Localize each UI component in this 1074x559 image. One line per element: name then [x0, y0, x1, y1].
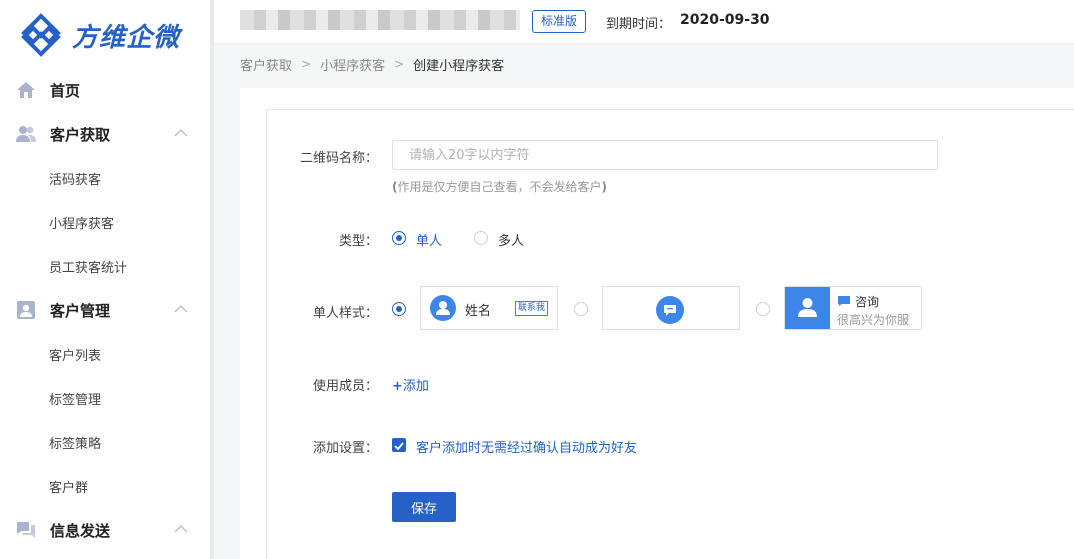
breadcrumb-item[interactable]: 小程序获客: [320, 55, 385, 74]
contact-card-icon: [17, 301, 35, 319]
style-radio-3[interactable]: [756, 302, 770, 316]
nav-home[interactable]: 首页: [0, 68, 210, 112]
plus-icon: +: [392, 379, 403, 394]
type-option-single[interactable]: 单人: [416, 230, 442, 249]
logo[interactable]: 方维企微: [18, 10, 180, 60]
check-icon: [394, 442, 404, 451]
avatar: [430, 295, 456, 321]
nav-home-label: 首页: [50, 81, 81, 100]
sidebar-item-customer-group[interactable]: 客户群: [0, 464, 210, 508]
type-radio-multi[interactable]: [474, 231, 488, 245]
style-option-1[interactable]: 姓名 联系我: [420, 286, 558, 330]
nav-group-customer-manage[interactable]: 客户管理: [0, 288, 210, 332]
nav-group-customer-acquire[interactable]: 客户获取: [0, 112, 210, 156]
qrcode-name-input[interactable]: [392, 140, 938, 170]
chevron-right-icon: >: [301, 57, 312, 71]
style-option-2[interactable]: [602, 286, 740, 330]
add-member-text: 添加: [402, 379, 429, 394]
chevron-up-icon: [174, 305, 188, 313]
nav-group-label: 客户管理: [50, 301, 111, 320]
sidebar-item-label: 标签策略: [49, 436, 102, 452]
sidebar-divider: [210, 0, 214, 559]
add-member-link[interactable]: +添加: [392, 375, 429, 394]
nav-group-message-send[interactable]: 信息发送: [0, 508, 210, 552]
users-icon: [16, 126, 36, 142]
add-settings-label: 添加设置：: [312, 441, 378, 456]
auto-friend-text[interactable]: 客户添加时无需经过确认自动成为好友: [416, 437, 637, 456]
chat-small-icon: [838, 296, 850, 306]
sidebar-item-miniprogram-acquire[interactable]: 小程序获客: [0, 200, 210, 244]
blurred-company-name: [240, 10, 520, 30]
breadcrumb-item[interactable]: 客户获取: [240, 55, 292, 74]
user-icon: [798, 298, 817, 317]
breadcrumb-current: 创建小程序获客: [413, 58, 505, 74]
qrcode-name-label: 二维码名称：: [299, 151, 378, 166]
sidebar-item-label: 标签管理: [49, 392, 102, 408]
type-label: 类型：: [338, 234, 378, 249]
edition-badge: 标准版: [532, 10, 587, 33]
style3-title: 咨询: [855, 295, 880, 309]
style3-avatar: [785, 287, 830, 329]
members-label: 使用成员：: [312, 379, 378, 394]
message-bubble: [656, 296, 684, 324]
sidebar-item-tag-manage[interactable]: 标签管理: [0, 376, 210, 420]
sidebar-item-qrcode-acquire[interactable]: 活码获客: [0, 156, 210, 200]
sidebar: 方维企微 首页 客户获取 活码获客 小程序获客 员工获客统计 客户管理 客户列表…: [0, 0, 210, 559]
contact-me-tag: 联系我: [515, 301, 549, 316]
style1-name: 姓名: [465, 304, 492, 319]
sidebar-item-customer-list[interactable]: 客户列表: [0, 332, 210, 376]
nav-group-label: 信息发送: [50, 521, 111, 540]
chevron-up-icon: [174, 129, 188, 137]
sidebar-item-label: 客户列表: [49, 348, 102, 364]
style3-subtitle: 很高兴为你服: [837, 313, 910, 327]
style-radio-2[interactable]: [574, 302, 588, 316]
auto-friend-checkbox[interactable]: [392, 438, 406, 452]
chevron-right-icon: >: [394, 57, 405, 71]
sidebar-item-label: 小程序获客: [49, 216, 115, 232]
sidebar-item-label: 活码获客: [49, 172, 102, 188]
home-icon: [17, 82, 35, 98]
sidebar-item-tag-strategy[interactable]: 标签策略: [0, 420, 210, 464]
form-panel: [266, 109, 1074, 559]
chat-icon: [17, 522, 35, 538]
topbar: 标准版 到期时间： 2020-09-30: [214, 0, 1074, 44]
chevron-up-icon: [174, 525, 188, 533]
breadcrumb: 客户获取 > 小程序获客 > 创建小程序获客: [240, 55, 505, 74]
user-icon: [436, 301, 450, 315]
sidebar-item-staff-acquire-stats[interactable]: 员工获客统计: [0, 244, 210, 288]
type-option-multi[interactable]: 多人: [498, 230, 524, 249]
sidebar-item-label: 员工获客统计: [49, 260, 128, 276]
expiry-date: 2020-09-30: [680, 12, 770, 28]
hint-text: 作用是仅方便自己查看，不会发给客户: [397, 180, 602, 194]
style-radio-1[interactable]: [392, 302, 406, 316]
save-button[interactable]: 保存: [392, 492, 456, 522]
style-option-3[interactable]: 咨询 很高兴为你服: [784, 286, 922, 330]
expiry-label: 到期时间：: [606, 17, 672, 32]
qrcode-name-hint: (作用是仅方便自己查看，不会发给客户): [392, 180, 607, 194]
logo-icon: [21, 13, 61, 57]
logo-text: 方维企微: [72, 22, 181, 53]
nav-group-label: 客户获取: [50, 125, 111, 144]
sidebar-item-label: 客户群: [49, 480, 89, 496]
message-icon: [664, 305, 676, 316]
type-radio-single[interactable]: [392, 231, 406, 245]
style-label: 单人样式：: [312, 306, 378, 321]
